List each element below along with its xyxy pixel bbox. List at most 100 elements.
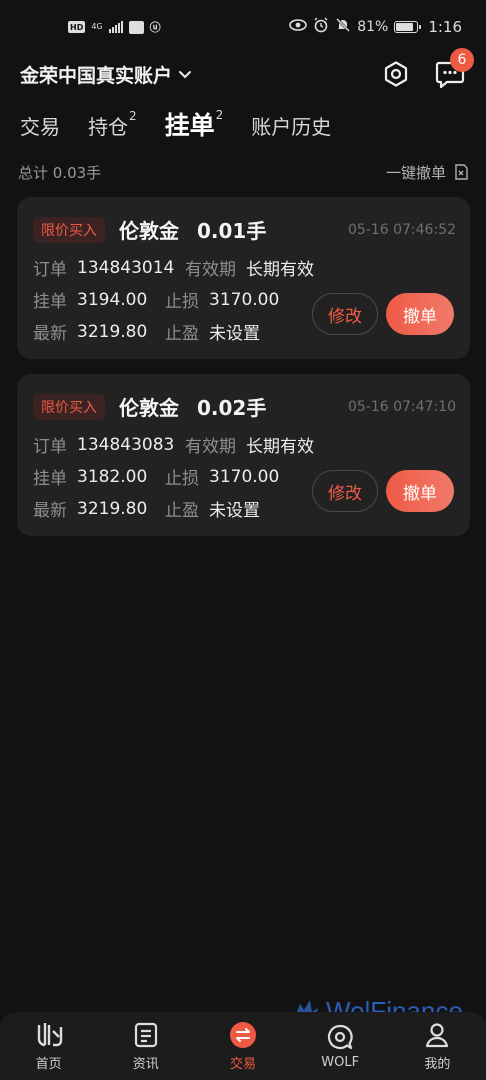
cancel-all-label: 一键撤单	[385, 163, 446, 182]
bottom-nav: 首页 资讯 交易 WOLF 我的	[0, 1012, 486, 1080]
news-icon	[134, 1022, 157, 1047]
total-lots: 总计 0.03手	[18, 163, 102, 182]
latest-price-label: 最新	[33, 324, 67, 344]
pending-price: 3194.00	[77, 289, 148, 310]
signal-icon	[108, 21, 123, 33]
cancel-all-button[interactable]: 一键撤单	[386, 162, 468, 183]
wolf-chat-icon	[328, 1024, 353, 1049]
trade-swap-icon	[229, 1021, 256, 1048]
settings-button[interactable]	[380, 58, 412, 90]
latest-price: 3219.80	[77, 321, 148, 342]
nav-wolf[interactable]: WOLF	[300, 1023, 380, 1070]
tab-trade[interactable]: 交易	[20, 111, 60, 150]
nav-label: 资讯	[132, 1056, 159, 1072]
home-logo-icon	[37, 1022, 62, 1046]
order-type-tag: 限价买入	[33, 393, 105, 420]
eye-comfort-icon	[289, 18, 307, 36]
nav-label: 交易	[229, 1056, 256, 1072]
nav-profile[interactable]: 我的	[397, 1021, 477, 1072]
tab-bar: 交易 持仓2 挂单2 账户历史	[0, 100, 486, 150]
order-time: 05-16 07:47:10	[347, 398, 456, 415]
tab-account-history[interactable]: 账户历史	[251, 111, 331, 150]
validity-value: 长期有效	[246, 437, 314, 457]
validity-label: 有效期	[185, 437, 236, 457]
pending-price-label: 挂单	[33, 292, 67, 312]
stop-loss-value: 3170.00	[209, 466, 280, 487]
messages-button[interactable]: 6	[434, 48, 474, 90]
order-header: 限价买入 伦敦金 0.02手 05-16 07:47:10	[33, 392, 456, 421]
nav-news[interactable]: 资讯	[106, 1021, 186, 1072]
tab-label: 交易	[20, 115, 60, 139]
latest-info-row: 最新 3219.80 止盈 未设置	[33, 496, 260, 522]
order-time: 05-16 07:46:52	[347, 221, 456, 238]
notification-badge: 6	[450, 48, 474, 72]
clock: 1:16	[428, 18, 462, 36]
order-card: 限价买入 伦敦金 0.01手 05-16 07:46:52 订单 1348430…	[17, 197, 470, 359]
validity-value: 长期有效	[246, 260, 314, 280]
pending-price-label: 挂单	[33, 469, 67, 489]
stop-loss-label: 止损	[165, 292, 199, 312]
hexagon-settings-icon	[384, 61, 408, 87]
account-title: 金荣中国真实账户	[20, 64, 173, 87]
order-info-row: 订单 134843014 有效期 长期有效	[33, 255, 314, 281]
summary-row: 总计 0.03手 一键撤单	[0, 158, 486, 186]
tab-positions[interactable]: 持仓2	[88, 109, 137, 150]
nav-trade[interactable]: 交易	[203, 1021, 283, 1072]
nav-label: WOLF	[321, 1054, 360, 1070]
take-profit-label: 止盈	[165, 324, 199, 344]
latest-info-row: 最新 3219.80 止盈 未设置	[33, 319, 260, 345]
header: 金荣中国真实账户 6	[0, 48, 486, 94]
alarm-icon	[313, 17, 329, 37]
battery-percent: 81%	[357, 19, 389, 35]
tab-label: 挂单	[164, 111, 215, 140]
nav-home[interactable]: 首页	[9, 1021, 89, 1072]
network-label: 4G	[91, 22, 103, 31]
cancel-order-button[interactable]: 撤单	[386, 293, 454, 335]
validity-label: 有效期	[185, 260, 236, 280]
order-header: 限价买入 伦敦金 0.01手 05-16 07:46:52	[33, 215, 456, 244]
mute-bell-icon	[335, 17, 351, 37]
nav-label: 我的	[424, 1056, 451, 1072]
app-notification-icon: ⓤ	[149, 21, 161, 34]
order-number-label: 订单	[33, 260, 67, 280]
order-card: 限价买入 伦敦金 0.02手 05-16 07:47:10 订单 1348430…	[17, 374, 470, 536]
order-type-tag: 限价买入	[33, 216, 105, 243]
order-number-label: 订单	[33, 437, 67, 457]
order-info-row: 订单 134843083 有效期 长期有效	[33, 432, 314, 458]
header-actions: 6	[380, 48, 474, 90]
modify-button[interactable]: 修改	[312, 293, 378, 335]
stop-loss-label: 止损	[165, 469, 199, 489]
order-lots: 0.01手	[197, 219, 267, 243]
status-right: 81% 1:16	[289, 17, 462, 37]
cancel-order-button[interactable]: 撤单	[386, 470, 454, 512]
tab-count: 2	[215, 107, 224, 122]
symbol-name: 伦敦金	[119, 396, 179, 420]
pending-price: 3182.00	[77, 466, 148, 487]
status-bar: HD 4G ⓤ 81% 1:16	[0, 0, 486, 54]
nav-label: 首页	[35, 1056, 62, 1072]
battery-icon	[394, 21, 422, 33]
pending-info-row: 挂单 3194.00 止损 3170.00	[33, 287, 280, 313]
chevron-down-icon	[178, 63, 192, 85]
take-profit-label: 止盈	[165, 501, 199, 521]
take-profit-value: 未设置	[209, 501, 260, 521]
document-cancel-icon	[455, 164, 468, 180]
tab-count: 2	[129, 109, 137, 124]
pending-info-row: 挂单 3182.00 止损 3170.00	[33, 464, 280, 490]
modify-button[interactable]: 修改	[312, 470, 378, 512]
tab-label: 持仓	[88, 115, 128, 139]
hd-icon: HD	[68, 21, 86, 33]
tab-label: 账户历史	[251, 115, 332, 139]
stop-loss-value: 3170.00	[209, 289, 280, 310]
tab-pending-orders[interactable]: 挂单2	[165, 106, 224, 150]
profile-icon	[426, 1022, 449, 1047]
order-number: 134843083	[77, 434, 175, 455]
order-lots: 0.02手	[197, 396, 267, 420]
symbol-name: 伦敦金	[119, 219, 179, 243]
status-left: HD 4G ⓤ	[68, 19, 161, 35]
take-profit-value: 未设置	[209, 324, 260, 344]
order-number: 134843014	[77, 257, 175, 278]
latest-price: 3219.80	[77, 498, 148, 519]
latest-price-label: 最新	[33, 501, 67, 521]
account-selector[interactable]: 金荣中国真实账户	[20, 61, 192, 88]
